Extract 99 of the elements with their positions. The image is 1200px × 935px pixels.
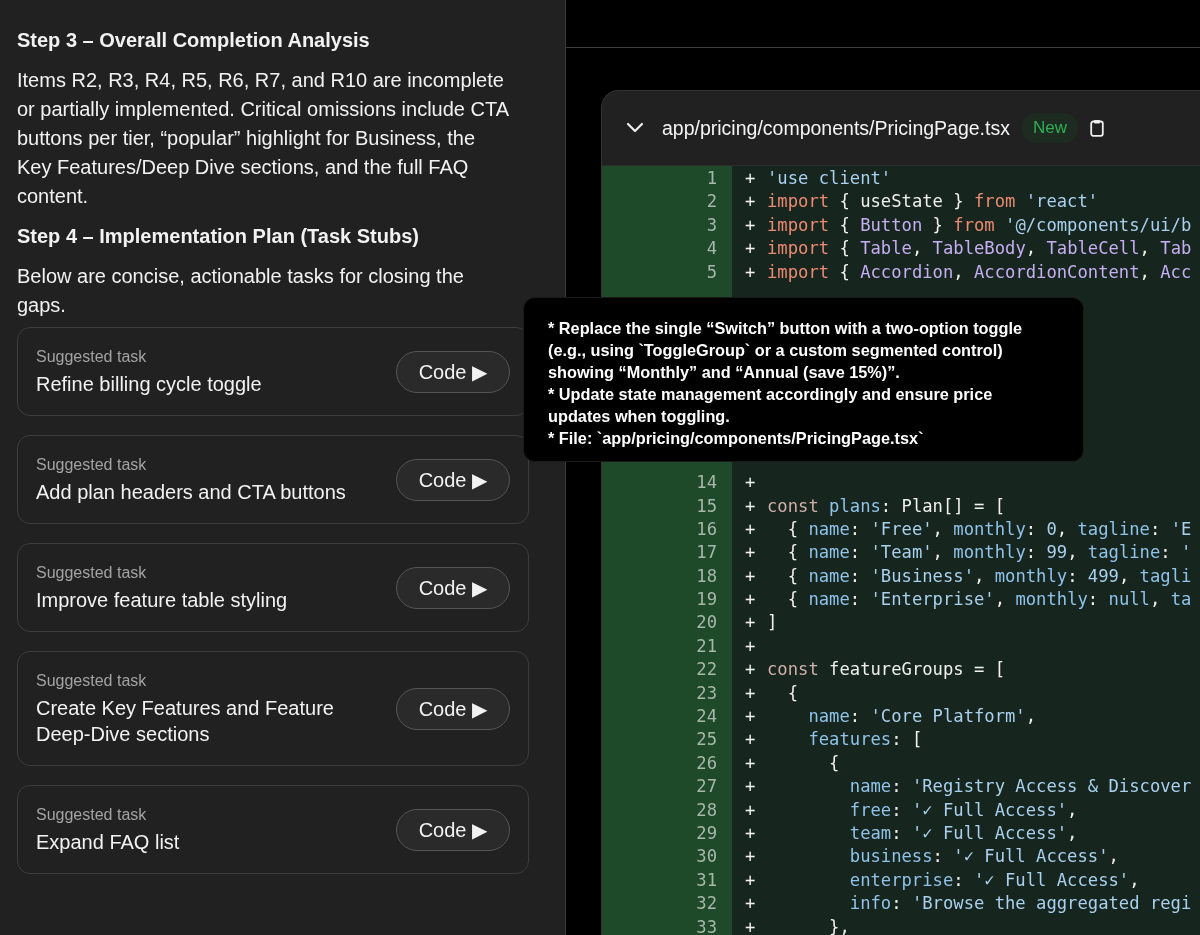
line-number: 1 <box>705 167 717 190</box>
line-number: 23 <box>695 681 717 705</box>
line-number: 5 <box>705 260 717 284</box>
added-mark: + <box>745 564 757 588</box>
code-line: free: '✓ Full Access', <box>848 798 1078 822</box>
code-line: name: 'Core Platform', <box>807 705 1037 729</box>
code-button[interactable]: Code ▶ <box>395 809 510 851</box>
line-number: 14 <box>695 471 717 495</box>
code-line: }, <box>828 915 850 935</box>
added-mark: + <box>745 915 757 935</box>
file-path: app/pricing/components/PricingPage.tsx <box>662 116 1010 140</box>
code-button[interactable]: Code ▶ <box>395 567 510 609</box>
line-number: 19 <box>695 588 717 612</box>
code-button[interactable]: Code ▶ <box>395 459 510 501</box>
added-mark: + <box>745 658 757 682</box>
code-button[interactable]: Code ▶ <box>395 351 510 393</box>
added-mark: + <box>745 892 757 916</box>
added-mark: + <box>745 798 757 822</box>
code-line: import { Accordion, AccordionContent, Acc <box>767 260 1192 284</box>
line-number: 3 <box>705 213 717 237</box>
added-mark: + <box>745 611 757 635</box>
chevron-down-icon[interactable] <box>626 122 644 134</box>
line-number: 29 <box>695 822 717 845</box>
line-number: 20 <box>695 611 717 635</box>
code-line: business: '✓ Full Access', <box>848 845 1119 869</box>
added-mark: + <box>745 213 757 237</box>
task-label: Suggested task <box>36 671 148 691</box>
paragraph: Items R2, R3, R4, R5, R6, R7, and R10 are incomplete or partially implemented. Critical omissions include CTA buttons per tier, “popular” highlight for Business, the Key Features/Deep Dive sections, and the full FAQ content. <box>17 68 509 209</box>
added-mark: + <box>745 728 757 752</box>
code-line: ] <box>767 611 778 635</box>
paragraph: Below are concise, actionable tasks for closing the gaps. <box>17 264 465 318</box>
code-line: info: 'Browse the aggregated regi <box>848 892 1192 916</box>
code-line: import { Table, TableBody, TableCell, Tab <box>767 237 1192 261</box>
code-button[interactable]: Code ▶ <box>395 688 510 730</box>
added-mark: + <box>745 822 757 845</box>
added-mark: + <box>745 845 757 869</box>
line-number: 27 <box>695 775 717 799</box>
section-heading: Step 4 – Implementation Plan (Task Stubs) <box>17 224 420 249</box>
task-title: Add plan headers and CTA buttons <box>36 480 347 505</box>
code-line: 'use client' <box>767 167 892 190</box>
code-line: import { useState } from 'react' <box>767 190 1099 214</box>
added-mark: + <box>745 517 757 541</box>
code-line: features: [ <box>807 728 923 752</box>
code-line: enterprise: '✓ Full Access', <box>848 868 1140 892</box>
added-mark: + <box>745 260 757 284</box>
line-number: 26 <box>695 751 717 775</box>
added-mark: + <box>745 237 757 261</box>
task-title: Improve feature table styling <box>36 588 289 613</box>
added-mark: + <box>745 588 757 612</box>
task-label: Suggested task <box>36 347 148 367</box>
added-mark: + <box>745 167 757 190</box>
line-number: 33 <box>695 915 717 935</box>
line-number: 24 <box>695 705 717 729</box>
added-mark: + <box>745 541 757 565</box>
line-number: 2 <box>705 190 717 214</box>
line-number: 30 <box>695 845 717 869</box>
tooltip-text: * Replace the single “Switch” button with a two-option toggle (e.g., using `ToggleGroup` or a custom segmented control) showing “Monthly” and “Annual (save 15%)”. <box>548 318 1023 383</box>
section-heading: Step 3 – Overall Completion Analysis <box>17 28 371 53</box>
line-number: 31 <box>695 868 717 892</box>
line-number: 15 <box>695 494 717 518</box>
added-mark: + <box>745 705 757 729</box>
line-number: 28 <box>695 798 717 822</box>
tooltip-text: * Update state management accordingly and ensure price updates when toggling. <box>548 384 994 427</box>
code-line: { name: 'Business', monthly: 499, tagli <box>786 564 1192 588</box>
added-mark: + <box>745 494 757 518</box>
code-line: const featureGroups = [ <box>767 658 1005 682</box>
line-number: 18 <box>695 564 717 588</box>
line-number: 22 <box>695 658 717 682</box>
new-badge: New <box>1021 113 1078 143</box>
added-mark: + <box>745 471 757 495</box>
line-number: 32 <box>695 892 717 916</box>
line-number: 25 <box>695 728 717 752</box>
task-label: Suggested task <box>36 455 148 475</box>
line-number: 16 <box>695 517 717 541</box>
task-title: Refine billing cycle toggle <box>36 372 263 397</box>
added-mark: + <box>745 190 757 214</box>
task-title: Expand FAQ list <box>36 830 181 855</box>
code-line: { name: 'Team', monthly: 99, tagline: ' <box>786 541 1192 565</box>
code-line: { name: 'Free', monthly: 0, tagline: 'E <box>786 517 1192 541</box>
added-mark: + <box>745 681 757 705</box>
code-line: { <box>786 681 799 705</box>
code-line: team: '✓ Full Access', <box>848 822 1078 845</box>
code-line: name: 'Registry Access & Discover <box>848 775 1192 799</box>
clipboard-icon[interactable] <box>1089 119 1104 137</box>
code-line: const plans: Plan[] = [ <box>767 494 1006 518</box>
line-number: 17 <box>695 541 717 565</box>
added-mark: + <box>745 775 757 799</box>
added-mark: + <box>745 868 757 892</box>
line-number: 4 <box>705 237 717 261</box>
line-number: 21 <box>695 634 717 658</box>
code-line: { <box>828 751 840 775</box>
task-label: Suggested task <box>36 805 148 825</box>
code-line: import { Button } from '@/components/ui/b <box>767 213 1192 237</box>
tooltip-text: * File: `app/pricing/components/PricingPage.tsx` <box>548 428 925 449</box>
task-title: Create Key Features and Feature Deep-Dive sections <box>36 696 335 747</box>
added-mark: + <box>745 634 757 658</box>
task-label: Suggested task <box>36 563 148 583</box>
added-mark: + <box>745 751 757 775</box>
code-line: { name: 'Enterprise', monthly: null, ta <box>786 588 1192 612</box>
